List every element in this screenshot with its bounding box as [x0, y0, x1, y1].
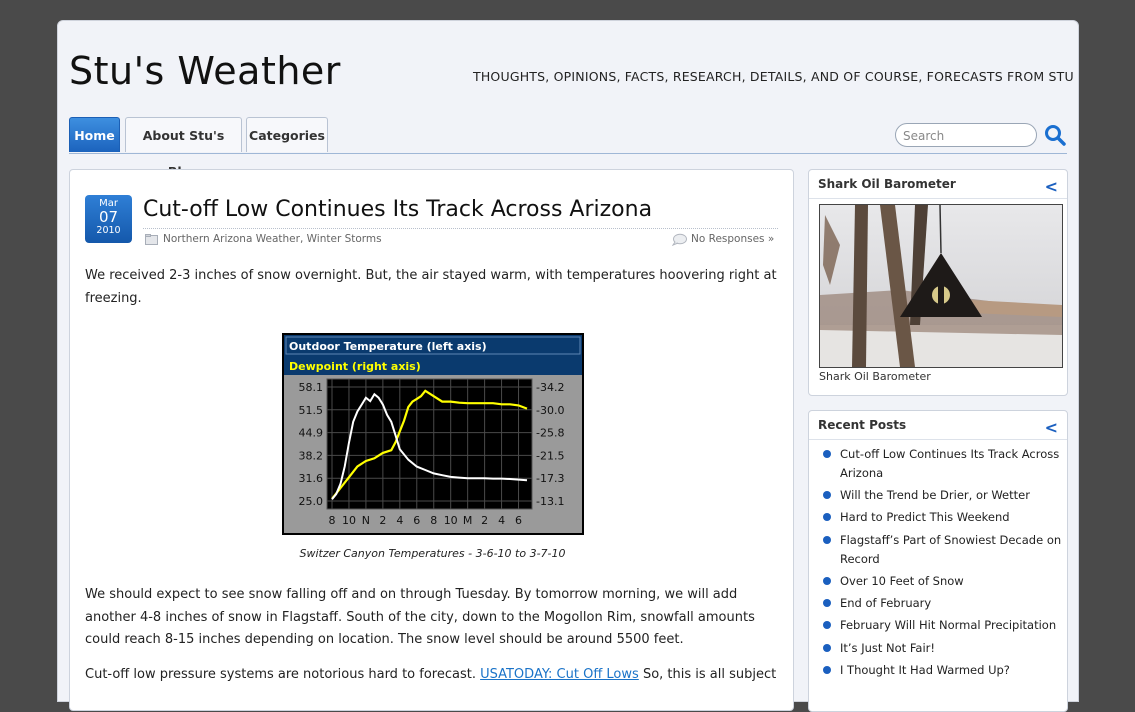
collapse-chevron-icon[interactable]: < — [1045, 173, 1058, 201]
chart-caption: Switzer Canyon Temperatures - 3-6-10 to … — [299, 547, 566, 560]
recent-posts-widget: Recent Posts < Cut-off Low Continues Its… — [808, 410, 1068, 712]
x-tick-label: 6 — [515, 514, 522, 527]
post-date-day: 07 — [98, 208, 119, 226]
post-paragraph-2: We should expect to see snow falling off… — [85, 587, 755, 647]
recent-post-item[interactable]: I Thought It Had Warmed Up? — [823, 661, 1062, 680]
nav-categories[interactable]: Categories — [246, 117, 328, 152]
barometer-caption: Shark Oil Barometer — [819, 370, 931, 383]
recent-post-item[interactable]: Over 10 Feet of Snow — [823, 572, 1062, 591]
post-responses-link[interactable]: No Responses » — [691, 233, 774, 245]
y-right-tick-label: -13.1 — [536, 495, 564, 508]
bullet-icon — [823, 577, 831, 585]
x-tick-label: 6 — [413, 514, 420, 527]
bullet-icon — [823, 644, 831, 652]
x-tick-label: 4 — [498, 514, 505, 527]
barometer-photo[interactable] — [819, 204, 1063, 368]
site-tagline: THOUGHTS, OPINIONS, FACTS, RESEARCH, DET… — [473, 69, 1074, 84]
widget-title-recent-posts: Recent Posts < — [809, 411, 1067, 440]
bullet-icon — [823, 666, 831, 674]
usatoday-link[interactable]: USATODAY: Cut Off Lows — [480, 667, 639, 682]
barometer-widget: Shark Oil Barometer < Shark Oil Baromete… — [808, 169, 1068, 396]
bullet-icon — [823, 450, 831, 458]
y-left-tick-label: 44.9 — [299, 427, 324, 440]
site-title[interactable]: Stu's Weather — [69, 49, 341, 93]
page-wrapper: Stu's Weather THOUGHTS, OPINIONS, FACTS,… — [57, 20, 1079, 712]
post-paragraph-1: We received 2-3 inches of snow overnight… — [85, 268, 777, 306]
bullet-icon — [823, 599, 831, 607]
y-right-tick-label: -30.0 — [536, 404, 564, 417]
bullet-icon — [823, 536, 831, 544]
category-link-winter-storms[interactable]: Winter Storms — [307, 233, 382, 245]
widget-title-barometer: Shark Oil Barometer < — [809, 170, 1067, 199]
temperature-chart: Outdoor Temperature (left axis) Dewpoint… — [282, 333, 584, 535]
temperature-chart-svg: Outdoor Temperature (left axis) Dewpoint… — [284, 335, 582, 527]
y-left-tick-label: 58.1 — [299, 381, 324, 394]
x-tick-label: N — [362, 514, 370, 527]
x-tick-label: 2 — [379, 514, 386, 527]
x-tick-label: M — [463, 514, 473, 527]
recent-post-item[interactable]: February Will Hit Normal Precipitation — [823, 616, 1062, 635]
folder-icon — [145, 234, 158, 245]
recent-post-item[interactable]: It’s Just Not Fair! — [823, 639, 1062, 658]
y-right-tick-label: -21.5 — [536, 449, 564, 462]
collapse-chevron-icon[interactable]: < — [1045, 414, 1058, 442]
y-right-tick-label: -25.8 — [536, 427, 564, 440]
y-left-tick-label: 25.0 — [299, 495, 324, 508]
y-left-tick-label: 51.5 — [299, 404, 324, 417]
search-input[interactable]: Search — [895, 123, 1037, 147]
comment-bubble-icon — [672, 233, 687, 246]
post-article: Mar 07 2010 Cut-off Low Continues Its Tr… — [69, 169, 794, 711]
bullet-icon — [823, 513, 831, 521]
y-left-tick-label: 31.6 — [299, 472, 324, 485]
x-tick-label: 8 — [430, 514, 437, 527]
recent-post-item[interactable]: Flagstaff’s Part of Snowiest Decade on R… — [823, 531, 1062, 569]
nav-about[interactable]: About Stu's Blog — [125, 117, 242, 179]
x-tick-label: 10 — [342, 514, 356, 527]
paragraph-3-end: So, this is all subject — [642, 667, 777, 682]
category-link-northern-arizona[interactable]: Northern Arizona Weather — [163, 233, 300, 245]
y-right-tick-label: -34.2 — [536, 381, 564, 394]
recent-post-item[interactable]: End of February — [823, 594, 1062, 613]
x-tick-label: 10 — [444, 514, 458, 527]
post-title[interactable]: Cut-off Low Continues Its Track Across A… — [143, 197, 652, 222]
bullet-icon — [823, 491, 831, 499]
bullet-icon — [823, 621, 831, 629]
nav-home[interactable]: Home — [69, 117, 120, 152]
post-date-year: 2010 — [96, 225, 121, 236]
legend-temperature: Outdoor Temperature (left axis) — [289, 340, 487, 353]
paragraph-3-start: Cut-off low pressure systems are notorio… — [85, 667, 476, 682]
legend-dewpoint: Dewpoint (right axis) — [289, 360, 421, 373]
post-categories: Northern Arizona Weather, Winter Storms — [163, 233, 382, 245]
recent-post-item[interactable]: Cut-off Low Continues Its Track Across A… — [823, 445, 1062, 483]
x-tick-label: 8 — [329, 514, 336, 527]
y-right-tick-label: -17.3 — [536, 472, 564, 485]
x-tick-label: 4 — [396, 514, 403, 527]
recent-posts-title: Recent Posts — [818, 418, 907, 432]
nav-divider — [69, 153, 1067, 154]
post-date-month: Mar — [99, 198, 118, 209]
post-date-badge: Mar 07 2010 — [85, 195, 132, 243]
recent-post-item[interactable]: Will the Trend be Drier, or Wetter — [823, 486, 1062, 505]
barometer-title: Shark Oil Barometer — [818, 177, 956, 191]
title-divider — [143, 228, 778, 230]
search-icon[interactable] — [1044, 124, 1066, 146]
x-tick-label: 2 — [481, 514, 488, 527]
post-paragraph-3: Cut-off low pressure systems are notorio… — [85, 664, 780, 687]
recent-post-item[interactable]: Hard to Predict This Weekend — [823, 508, 1062, 527]
y-left-tick-label: 38.2 — [299, 449, 324, 462]
